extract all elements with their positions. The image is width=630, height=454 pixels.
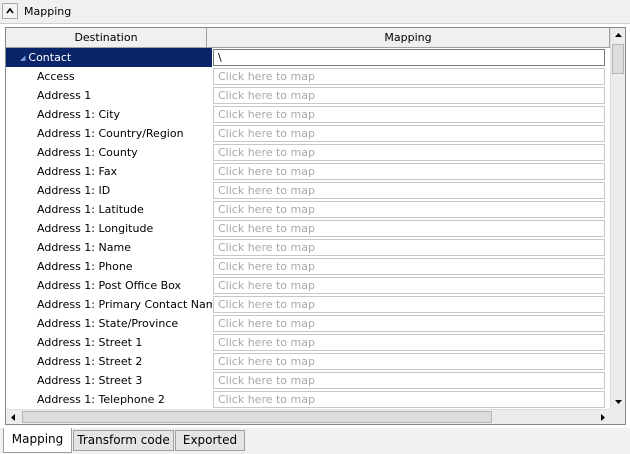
grid-row[interactable]: Address 1 Click here to map [6,86,610,105]
header-title: Mapping [24,5,72,18]
tab-mapping[interactable]: Mapping [3,428,72,453]
mapping-input[interactable]: Click here to map [213,106,605,123]
destination-cell[interactable]: Address 1: Fax [6,162,212,181]
mapping-input[interactable]: Click here to map [213,163,605,180]
mapping-grid: Destination Mapping ◢ Contact \ Access Click… [5,27,626,425]
destination-cell[interactable]: Address 1: Name [6,238,212,257]
destination-cell[interactable]: Address 1: Post Office Box [6,276,212,295]
mapping-header: Mapping [0,0,630,24]
scroll-down-arrow-icon[interactable] [611,394,625,409]
destination-cell[interactable]: Address 1: State/Province [6,314,212,333]
mapping-input[interactable]: Click here to map [213,391,605,408]
destination-label: Address 1: Fax [37,165,118,178]
chevron-up-icon [6,7,14,14]
destination-cell[interactable]: Address 1: Longitude [6,219,212,238]
vertical-scroll-thumb[interactable] [612,44,624,74]
destination-cell[interactable]: Address 1: Telephone 2 [6,390,212,409]
mapping-input[interactable]: Click here to map [213,258,605,275]
destination-label: Address 1: Phone [37,260,133,273]
mapping-input[interactable]: Click here to map [213,334,605,351]
column-header-mapping[interactable]: Mapping [207,28,610,48]
mapping-input[interactable]: Click here to map [213,296,605,313]
grid-row[interactable]: Address 1: Primary Contact Name Click her… [6,295,610,314]
destination-label: Address 1: Longitude [37,222,154,235]
mapping-input[interactable]: \ [213,49,605,66]
grid-row[interactable]: Address 1: ID Click here to map [6,181,610,200]
destination-label: Address 1: State/Province [37,317,179,330]
destination-cell[interactable]: Address 1: Latitude [6,200,212,219]
destination-label: Address 1: Name [37,241,131,254]
grid-row[interactable]: Address 1: Name Click here to map [6,238,610,257]
grid-row[interactable]: Address 1: Street 2 Click here to map [6,352,610,371]
destination-label: Address 1 [37,89,92,102]
grid-row[interactable]: Address 1: Longitude Click here to map [6,219,610,238]
grid-row[interactable]: Address 1: County Click here to map [6,143,610,162]
scrollbar-corner [610,409,625,424]
grid-row[interactable]: Address 1: Telephone 2 Click here to map [6,390,610,409]
mapping-input[interactable]: Click here to map [213,144,605,161]
destination-cell[interactable]: Address 1: Phone [6,257,212,276]
destination-cell[interactable]: ◢ Contact [6,48,212,67]
destination-cell[interactable]: Address 1: Street 3 [6,371,212,390]
destination-cell[interactable]: Address 1: Primary Contact Name [6,295,212,314]
horizontal-scroll-thumb[interactable] [22,411,492,423]
grid-row[interactable]: Address 1: City Click here to map [6,105,610,124]
grid-row[interactable]: Address 1: Post Office Box Click here to … [6,276,610,295]
destination-label: Contact [28,51,72,64]
bottom-tab-strip: Mapping Transform code Exported [0,428,630,454]
grid-row[interactable]: Address 1: State/Province Click here to m… [6,314,610,333]
mapping-input[interactable]: Click here to map [213,125,605,142]
column-header-destination[interactable]: Destination [6,28,207,48]
scroll-left-arrow-icon[interactable] [6,410,21,424]
destination-label: Address 1: Country/Region [37,127,184,140]
mapping-input[interactable]: Click here to map [213,353,605,370]
mapping-input[interactable]: Click here to map [213,372,605,389]
mapping-input[interactable]: Click here to map [213,68,605,85]
grid-row[interactable]: Address 1: Fax Click here to map [6,162,610,181]
grid-row[interactable]: Address 1: Country/Region Click here to m… [6,124,610,143]
destination-cell[interactable]: Address 1: Street 2 [6,352,212,371]
grid-row[interactable]: Address 1: Street 3 Click here to map [6,371,610,390]
vertical-scrollbar[interactable] [610,28,625,409]
mapping-input[interactable]: Click here to map [213,315,605,332]
grid-row-contact[interactable]: ◢ Contact \ [6,48,610,67]
tab-exported[interactable]: Exported [175,430,245,451]
scroll-right-arrow-icon[interactable] [595,410,610,424]
destination-label: Address 1: Street 1 [37,336,143,349]
grid-rows: ◢ Contact \ Access Click here to map Address … [6,48,610,409]
destination-label: Address 1: Telephone 2 [37,393,165,406]
mapping-input[interactable]: Click here to map [213,87,605,104]
destination-label: Address 1: City [37,108,121,121]
destination-cell[interactable]: Address 1: Street 1 [6,333,212,352]
destination-cell[interactable]: Access [6,67,212,86]
destination-label: Address 1: Street 3 [37,374,143,387]
grid-row[interactable]: Address 1: Street 1 Click here to map [6,333,610,352]
destination-label: Address 1: Primary Contact Name [37,298,212,311]
destination-label: Address 1: Post Office Box [37,279,182,292]
mapping-input[interactable]: Click here to map [213,277,605,294]
mapping-input[interactable]: Click here to map [213,201,605,218]
collapse-button[interactable] [2,3,18,19]
destination-cell[interactable]: Address 1: Country/Region [6,124,212,143]
destination-label: Address 1: County [37,146,138,159]
destination-label: Address 1: Street 2 [37,355,143,368]
destination-cell[interactable]: Address 1: City [6,105,212,124]
mapping-input[interactable]: Click here to map [213,239,605,256]
destination-label: Address 1: ID [37,184,111,197]
destination-cell[interactable]: Address 1 [6,86,212,105]
destination-cell[interactable]: Address 1: County [6,143,212,162]
destination-label: Access [37,70,75,83]
horizontal-scrollbar[interactable] [6,409,610,424]
grid-row[interactable]: Access Click here to map [6,67,610,86]
expand-toggle-icon[interactable]: ◢ [20,54,25,62]
mapping-input[interactable]: Click here to map [213,220,605,237]
tab-transform-code[interactable]: Transform code [73,430,174,451]
mapping-input[interactable]: Click here to map [213,182,605,199]
destination-label: Address 1: Latitude [37,203,144,216]
destination-cell[interactable]: Address 1: ID [6,181,212,200]
scroll-up-arrow-icon[interactable] [611,28,625,43]
grid-row[interactable]: Address 1: Phone Click here to map [6,257,610,276]
grid-row[interactable]: Address 1: Latitude Click here to map [6,200,610,219]
